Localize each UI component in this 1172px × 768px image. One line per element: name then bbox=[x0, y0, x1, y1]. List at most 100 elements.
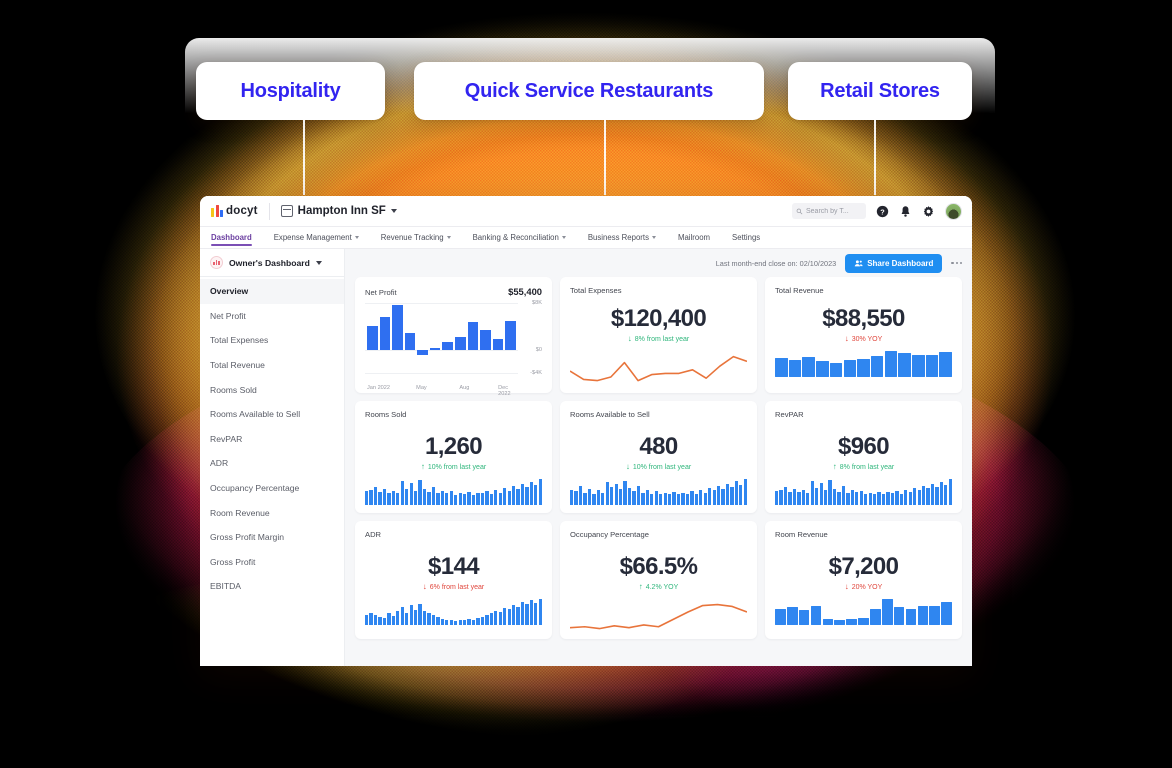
card-total-revenue[interactable]: Total Revenue $88,550 ↓ 30% YOY bbox=[765, 277, 962, 393]
search-input[interactable]: Search by T... bbox=[792, 203, 866, 219]
rooms-sold-bar-chart bbox=[365, 479, 542, 505]
occupancy-line-chart bbox=[570, 601, 747, 631]
sidebar-item-overview[interactable]: Overview bbox=[200, 279, 344, 304]
dashboard-selector[interactable]: Owner's Dashboard bbox=[200, 249, 344, 277]
chevron-down-icon bbox=[561, 236, 566, 239]
spark-bar bbox=[422, 489, 427, 505]
nav-item-settings[interactable]: Settings bbox=[732, 233, 760, 246]
spark-bar bbox=[636, 485, 641, 505]
spark-bar bbox=[436, 617, 440, 625]
spark-bar bbox=[929, 606, 941, 625]
nav-item-banking-reconciliation[interactable]: Banking & Reconciliation bbox=[473, 233, 566, 246]
card-revpar[interactable]: RevPAR $960 ↑ 8% from last year bbox=[765, 401, 962, 513]
user-avatar[interactable] bbox=[945, 202, 962, 220]
sidebar-item-total-revenue[interactable]: Total Revenue bbox=[200, 353, 344, 378]
nav-item-expense-management[interactable]: Expense Management bbox=[274, 233, 359, 246]
search-icon bbox=[796, 208, 803, 214]
spark-bar bbox=[494, 610, 498, 625]
sidebar-item-gross-profit-margin[interactable]: Gross Profit Margin bbox=[200, 525, 344, 550]
help-circle-icon[interactable]: ? bbox=[876, 205, 889, 218]
callout-chip-label: Hospitality bbox=[240, 79, 341, 102]
spark-bar bbox=[739, 484, 743, 505]
bars-layer bbox=[367, 303, 516, 373]
callout-chip-retail-stores[interactable]: Retail Stores bbox=[788, 62, 972, 120]
spark-bar bbox=[480, 616, 485, 625]
spark-bar bbox=[792, 489, 797, 505]
business-name: Hampton Inn SF bbox=[297, 205, 386, 217]
spark-bar bbox=[822, 619, 834, 625]
card-net-profit[interactable]: Net Profit $55,400 $8K $0 -$4K Jan 2022 May A… bbox=[355, 277, 552, 397]
card-value: $120,400 bbox=[610, 305, 707, 332]
bar-column bbox=[392, 303, 403, 373]
sidebar-item-revpar[interactable]: RevPAR bbox=[200, 427, 344, 452]
sidebar-item-adr[interactable]: ADR bbox=[200, 451, 344, 476]
card-value: $960 bbox=[838, 433, 890, 460]
card-total-expenses[interactable]: Total Expenses $120,400 ↓ 8% from last y… bbox=[560, 277, 757, 393]
spark-bar bbox=[400, 481, 404, 505]
callout-chip-quick-service-restaurants[interactable]: Quick Service Restaurants bbox=[414, 62, 764, 120]
sidebar-item-occupancy-percentage[interactable]: Occupancy Percentage bbox=[200, 476, 344, 501]
spark-bar bbox=[467, 492, 471, 505]
spark-bar bbox=[797, 492, 801, 505]
spark-bar bbox=[870, 356, 884, 377]
card-rooms-available-to-sell[interactable]: Rooms Available to Sell 480 ↓ 10% from l… bbox=[560, 401, 757, 513]
gear-icon[interactable] bbox=[922, 205, 935, 218]
sidebar-item-total-expenses[interactable]: Total Expenses bbox=[200, 328, 344, 353]
spark-bar bbox=[382, 618, 387, 625]
business-selector[interactable]: Hampton Inn SF bbox=[280, 205, 397, 217]
app-topbar: docyt Hampton Inn SF Search by T... ? bbox=[200, 196, 972, 227]
bell-icon[interactable] bbox=[899, 205, 912, 218]
bar-column bbox=[379, 303, 391, 373]
spark-bar bbox=[520, 483, 525, 505]
nav-item-business-reports[interactable]: Business Reports bbox=[588, 233, 656, 246]
card-adr[interactable]: ADR $144 ↓ 6% from last year bbox=[355, 521, 552, 639]
more-options-button[interactable] bbox=[951, 261, 962, 265]
spark-bar bbox=[405, 488, 409, 505]
topbar-actions: Search by T... ? bbox=[792, 202, 962, 220]
sidebar-item-rooms-available-to-sell[interactable]: Rooms Available to Sell bbox=[200, 402, 344, 427]
nav-item-label: Business Reports bbox=[587, 233, 649, 242]
spark-bar bbox=[627, 487, 632, 505]
spark-bar bbox=[743, 479, 747, 505]
spark-bar bbox=[462, 620, 467, 625]
sidebar-item-room-revenue[interactable]: Room Revenue bbox=[200, 500, 344, 525]
sidebar-item-net-profit[interactable]: Net Profit bbox=[200, 304, 344, 329]
card-delta: ↑ 8% from last year bbox=[775, 463, 952, 471]
sidebar-list: Overview Net Profit Total Expenses Total… bbox=[200, 277, 344, 599]
spark-bar bbox=[587, 488, 592, 505]
arrow-down-icon: ↓ bbox=[844, 334, 849, 343]
nav-item-revenue-tracking[interactable]: Revenue Tracking bbox=[381, 233, 451, 246]
spark-bar bbox=[870, 608, 881, 625]
card-room-revenue[interactable]: Room Revenue $7,200 ↓ 20% YOY bbox=[765, 521, 962, 639]
card-value: $144 bbox=[428, 553, 480, 580]
chart-bars-icon bbox=[210, 256, 223, 269]
sidebar-item-label: ADR bbox=[210, 458, 229, 469]
spark-bar bbox=[868, 493, 872, 505]
spark-bar bbox=[908, 492, 912, 505]
card-rooms-sold[interactable]: Rooms Sold 1,260 ↑ 10% from last year bbox=[355, 401, 552, 513]
spark-bar bbox=[905, 608, 917, 625]
building-icon bbox=[280, 205, 293, 217]
nav-item-label: Revenue Tracking bbox=[380, 233, 444, 242]
app-window: docyt Hampton Inn SF Search by T... ? Da… bbox=[200, 196, 972, 666]
card-title: RevPAR bbox=[775, 410, 804, 419]
sidebar-item-gross-profit[interactable]: Gross Profit bbox=[200, 550, 344, 575]
spark-bar bbox=[413, 490, 418, 505]
bar bbox=[392, 305, 403, 350]
sidebar-item-rooms-sold[interactable]: Rooms Sold bbox=[200, 377, 344, 402]
spark-bar bbox=[877, 491, 881, 505]
nav-item-dashboard[interactable]: Dashboard bbox=[211, 233, 252, 246]
card-value: 1,260 bbox=[424, 433, 483, 460]
arrow-down-icon: ↓ bbox=[625, 462, 630, 471]
spark-bar bbox=[925, 354, 939, 377]
callout-chip-hospitality[interactable]: Hospitality bbox=[196, 62, 385, 120]
spark-bar bbox=[881, 494, 886, 505]
share-dashboard-button[interactable]: Share Dashboard bbox=[845, 253, 943, 273]
docyt-logo[interactable]: docyt bbox=[211, 205, 258, 217]
card-occupancy-percentage[interactable]: Occupancy Percentage $66.5% ↑ 4.2% YOY bbox=[560, 521, 757, 639]
nav-item-mailroom[interactable]: Mailroom bbox=[678, 233, 710, 246]
sidebar-item-ebitda[interactable]: EBITDA bbox=[200, 574, 344, 599]
spark-bar bbox=[775, 358, 788, 377]
spark-bar bbox=[828, 480, 832, 505]
spark-bar bbox=[904, 489, 908, 505]
